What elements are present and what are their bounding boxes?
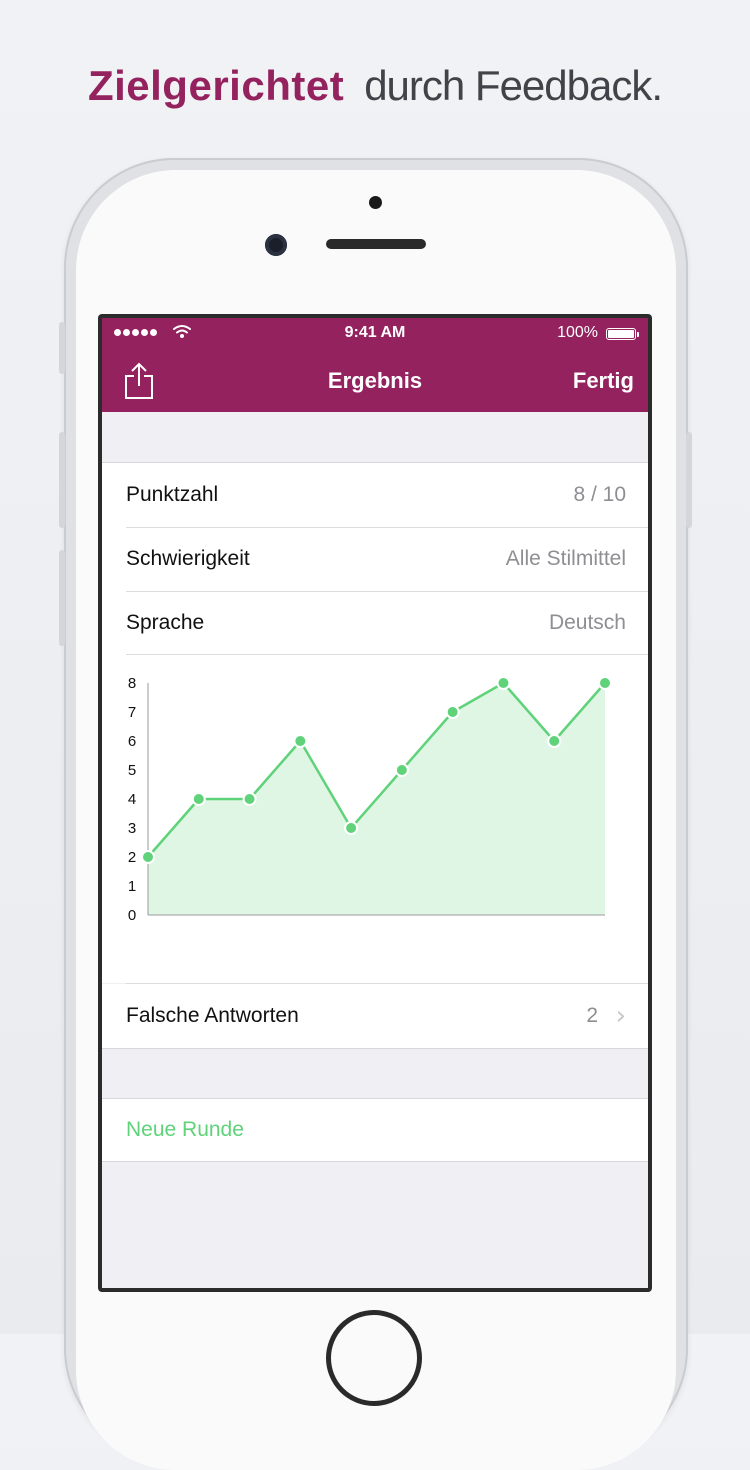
chevron-right-icon: ›	[615, 1001, 626, 1031]
wrong-answers-label: Falsche Antworten	[126, 1004, 299, 1027]
front-camera	[265, 234, 287, 256]
difficulty-label: Schwierigkeit	[126, 547, 250, 570]
chart-data-point	[394, 763, 409, 777]
headline: Zielgerichtet durch Feedback.	[0, 58, 750, 114]
chart-data-point	[445, 705, 460, 719]
score-label: Punktzahl	[126, 483, 219, 506]
info-group: Punktzahl 8 / 10 Schwierigkeit Alle Stil…	[102, 463, 648, 655]
earpiece-speaker	[326, 239, 426, 249]
chart-y-tick-label: 7	[128, 704, 136, 721]
chart-y-tick-label: 5	[128, 762, 136, 779]
volume-up-button	[59, 432, 65, 528]
chart-y-tick-label: 1	[128, 878, 136, 895]
mute-switch	[59, 322, 65, 374]
power-button	[686, 432, 692, 528]
app-display: 9:41 AM 100% Ergebnis Fertig Punktzahl 8…	[102, 318, 648, 1288]
done-button[interactable]: Fertig	[573, 368, 634, 394]
wrong-answers-row[interactable]: Falsche Antworten 2 ›	[102, 984, 648, 1048]
score-chart-svg: 0 1 2 3 4 5 6 7 8	[128, 675, 612, 924]
divider	[102, 1161, 648, 1162]
chart-data-point	[344, 821, 359, 835]
chart-data-point	[547, 734, 562, 748]
chart-data-point	[598, 676, 612, 690]
status-bar: 9:41 AM 100%	[102, 318, 648, 350]
chart-y-tick-label: 4	[128, 791, 136, 808]
chart-y-tick-label: 3	[128, 820, 136, 837]
chart-y-tick-label: 2	[128, 849, 136, 866]
chart-y-tick-label: 0	[128, 907, 136, 924]
headline-light: durch Feedback.	[364, 62, 663, 109]
headline-bold: Zielgerichtet	[87, 62, 345, 109]
wrong-answers-count: 2	[586, 1004, 598, 1027]
new-round-label: Neue Runde	[126, 1118, 244, 1141]
home-button	[326, 1310, 422, 1406]
battery-icon	[606, 328, 639, 340]
language-value: Deutsch	[548, 611, 626, 634]
nav-title: Ergebnis	[327, 368, 423, 393]
divider	[102, 1048, 648, 1049]
chart-data-point	[496, 676, 511, 690]
chart-y-tick-label: 8	[128, 675, 136, 692]
new-round-button[interactable]: Neue Runde	[102, 1099, 648, 1161]
difficulty-row: Schwierigkeit Alle Stilmittel	[102, 527, 648, 591]
proximity-sensor	[369, 196, 382, 209]
chart-data-point	[293, 734, 308, 748]
chart-data-point	[191, 792, 206, 806]
volume-down-button	[59, 550, 65, 646]
score-value: 8 / 10	[573, 483, 626, 506]
score-chart: 0 1 2 3 4 5 6 7 8	[102, 655, 648, 983]
language-row: Sprache Deutsch	[102, 591, 648, 655]
phone-screen: 9:41 AM 100% Ergebnis Fertig Punktzahl 8…	[98, 314, 652, 1292]
chart-data-point	[242, 792, 257, 806]
chart-data-point	[141, 850, 155, 864]
chart-y-tick-label: 6	[128, 733, 136, 750]
difficulty-value: Alle Stilmittel	[505, 547, 626, 570]
navigation-bar: 9:41 AM 100% Ergebnis Fertig	[102, 318, 648, 412]
score-row: Punktzahl 8 / 10	[102, 463, 648, 527]
language-label: Sprache	[126, 611, 205, 634]
battery-percent: 100%	[557, 324, 598, 341]
